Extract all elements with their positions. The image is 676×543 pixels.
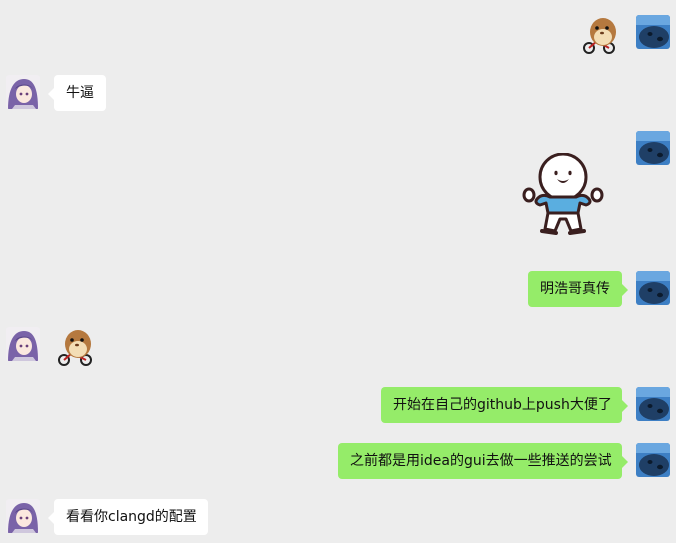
hamster-on-bike-sticker[interactable] bbox=[56, 327, 96, 367]
message-bubble-sent[interactable]: 之前都是用idea的gui去做一些推送的尝试 bbox=[338, 443, 628, 479]
contact-avatar[interactable] bbox=[6, 499, 40, 533]
self-avatar[interactable] bbox=[636, 387, 670, 421]
self-avatar[interactable] bbox=[636, 15, 670, 49]
self-avatar[interactable] bbox=[636, 131, 670, 165]
cartoon-dancing-man-sticker[interactable] bbox=[520, 152, 606, 237]
message-bubble-received[interactable]: 牛逼 bbox=[48, 75, 106, 111]
self-avatar[interactable] bbox=[636, 271, 670, 305]
contact-avatar[interactable] bbox=[6, 75, 40, 109]
hamster-on-bike-sticker[interactable] bbox=[583, 15, 623, 55]
contact-avatar[interactable] bbox=[6, 327, 40, 361]
message-bubble-sent[interactable]: 明浩哥真传 bbox=[528, 271, 628, 307]
message-bubble-sent[interactable]: 开始在自己的github上push大便了 bbox=[381, 387, 628, 423]
chat-message-area: 牛逼 明浩哥真传 开始在自己的github上push大便了 之前都是用idea的… bbox=[0, 0, 676, 543]
message-bubble-received[interactable]: 看看你clangd的配置 bbox=[48, 499, 208, 535]
self-avatar[interactable] bbox=[636, 443, 670, 477]
